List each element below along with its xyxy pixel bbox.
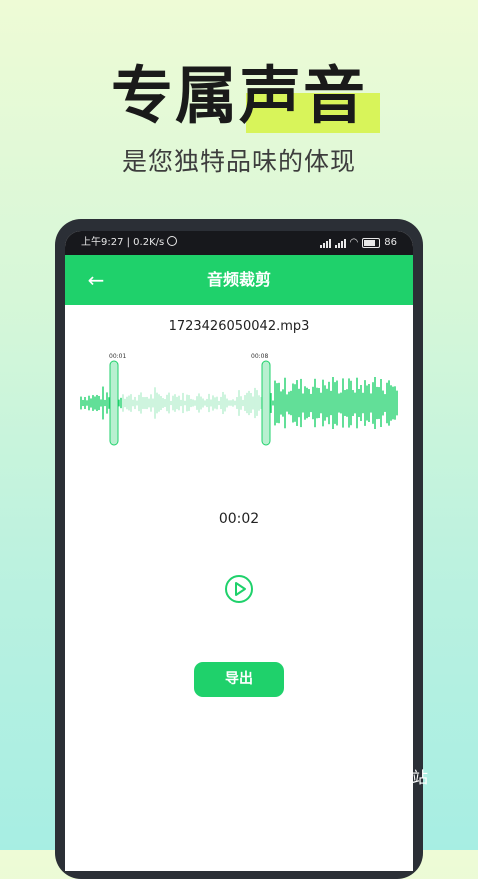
battery-icon bbox=[362, 238, 381, 248]
start-trim-handle[interactable] bbox=[109, 360, 119, 446]
signal-icon bbox=[319, 238, 331, 248]
file-name: 1723426050042.mp3 bbox=[168, 319, 310, 334]
promo-subtitle: 是您独特品味的体现 bbox=[121, 147, 356, 176]
alarm-clock-icon bbox=[167, 236, 178, 246]
signal-icon-2 bbox=[334, 238, 346, 248]
phone-frame: 上午9:27 | 0.2K/s ◠ 86 音频裁剪 ← 172342605004… bbox=[55, 219, 423, 879]
play-button[interactable] bbox=[224, 574, 254, 604]
arrow-left-icon: ← bbox=[87, 268, 105, 292]
status-right: ◠ 86 bbox=[319, 231, 397, 255]
waveform-area[interactable]: 00:01 00:08 bbox=[79, 349, 401, 449]
current-time: 00:02 bbox=[218, 511, 260, 527]
export-button[interactable]: 导出 bbox=[194, 662, 284, 697]
watermark-text: 站 bbox=[412, 768, 429, 787]
back-button[interactable]: ← bbox=[83, 267, 109, 293]
status-time-speed: 上午9:27 | 0.2K/s bbox=[81, 237, 165, 248]
status-left: 上午9:27 | 0.2K/s bbox=[81, 231, 178, 255]
phone-screen: 上午9:27 | 0.2K/s ◠ 86 音频裁剪 ← 172342605004… bbox=[65, 231, 413, 871]
app-header: 音频裁剪 ← bbox=[65, 255, 413, 305]
promo-title-block: 专属声音 bbox=[0, 56, 478, 136]
waveform bbox=[80, 360, 398, 446]
status-bar: 上午9:27 | 0.2K/s ◠ 86 bbox=[65, 231, 413, 255]
end-trim-handle[interactable] bbox=[261, 360, 271, 446]
battery-level: 86 bbox=[384, 237, 397, 248]
page-title: 音频裁剪 bbox=[206, 270, 271, 289]
wifi-icon: ◠ bbox=[349, 237, 359, 248]
play-circle-icon bbox=[225, 575, 253, 603]
promo-title: 专属声音 bbox=[110, 59, 367, 132]
